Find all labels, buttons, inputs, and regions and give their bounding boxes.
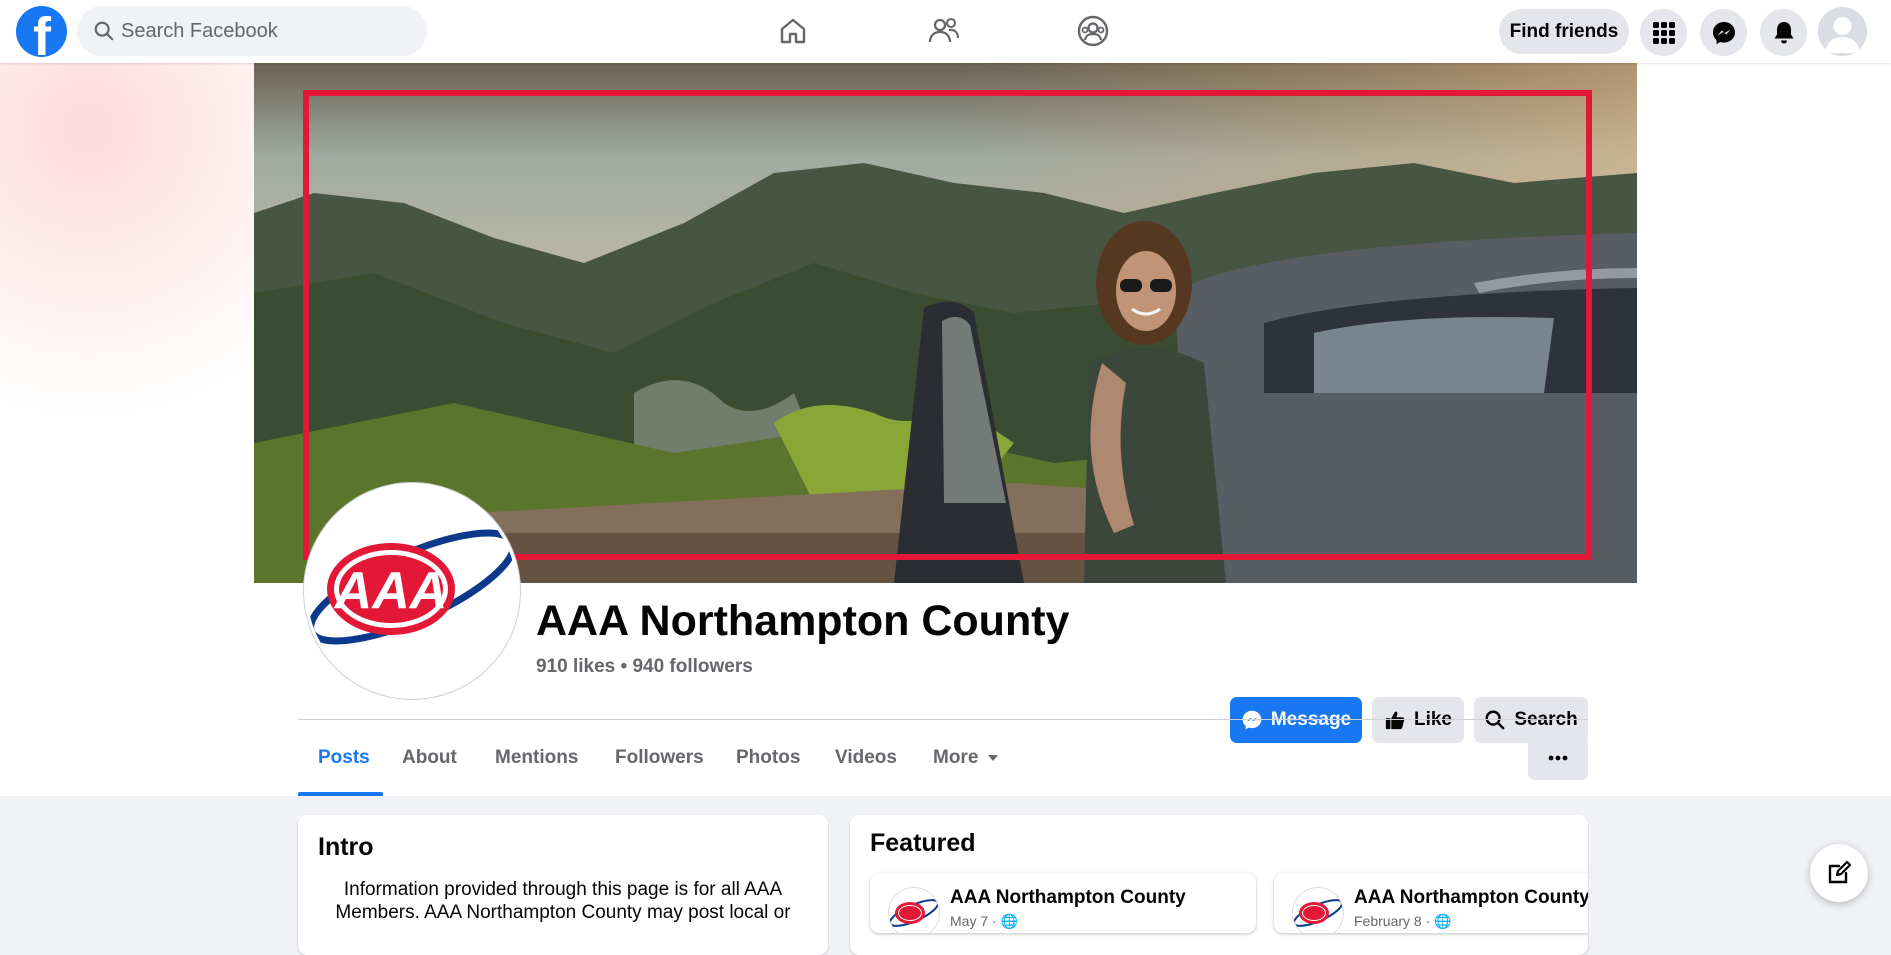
more-options-button[interactable]	[1528, 735, 1588, 780]
friends-icon	[928, 17, 960, 43]
search-icon	[94, 21, 114, 41]
featured-item-meta: February 8 · 🌐	[1354, 913, 1452, 929]
menu-button[interactable]	[1640, 9, 1687, 56]
tab-followers[interactable]: Followers	[615, 720, 704, 796]
aaa-logo	[1293, 899, 1343, 927]
intro-card: Intro Information provided through this …	[298, 815, 828, 955]
aaa-logo: AAA	[307, 486, 517, 696]
page-search-button-label: Search	[1514, 709, 1578, 730]
nav-home[interactable]	[738, 6, 848, 56]
page-profile-picture[interactable]: AAA	[304, 483, 520, 699]
search-box[interactable]	[77, 6, 427, 56]
caret-down-icon	[988, 755, 999, 761]
message-button-label: Message	[1270, 709, 1352, 730]
intro-text: Information provided through this page i…	[335, 879, 791, 923]
message-button[interactable]: Message	[1230, 697, 1362, 743]
featured-avatar	[888, 887, 940, 933]
tab-label: Posts	[318, 747, 370, 768]
page-stats[interactable]: 910 likes • 940 followers	[536, 656, 753, 678]
page-header: AAA AAA Northampton County 910 likes • 9…	[0, 23, 1891, 796]
find-friends-button[interactable]: Find friends	[1499, 9, 1629, 54]
tab-label: Mentions	[495, 747, 579, 768]
nav-friends[interactable]	[889, 6, 999, 56]
aaa-logo	[889, 899, 939, 927]
featured-item-meta: May 7 · 🌐	[950, 913, 1018, 929]
aaa-logo-text: AAA	[333, 562, 448, 620]
tab-posts[interactable]: Posts	[318, 720, 370, 796]
search-icon	[1485, 710, 1505, 730]
tab-videos[interactable]: Videos	[835, 720, 897, 796]
tab-mentions[interactable]: Mentions	[495, 720, 578, 796]
default-avatar-icon	[1818, 7, 1867, 56]
tab-label: Photos	[736, 747, 801, 768]
active-tab-indicator	[298, 792, 383, 796]
tab-label: Videos	[835, 747, 897, 768]
menu-grid-icon	[1652, 21, 1675, 44]
more-dots-icon	[1548, 755, 1568, 760]
like-button[interactable]: Like	[1372, 697, 1464, 743]
like-button-label: Like	[1413, 709, 1453, 730]
facebook-logo[interactable]: f	[16, 6, 67, 57]
featured-card: Featured AAA Northampton County May 7 · …	[850, 815, 1588, 955]
notifications-button[interactable]	[1760, 9, 1807, 56]
tab-label: About	[402, 747, 457, 768]
featured-item-name[interactable]: AAA Northampton County	[1354, 887, 1588, 909]
featured-title: Featured	[870, 829, 976, 857]
account-avatar[interactable]	[1818, 7, 1867, 56]
home-icon	[780, 18, 806, 44]
compose-icon	[1828, 860, 1852, 884]
messenger-icon	[1242, 710, 1262, 730]
messenger-button[interactable]	[1700, 9, 1747, 56]
tab-about[interactable]: About	[402, 720, 457, 796]
tab-more[interactable]: More	[933, 720, 1000, 796]
thumbs-up-icon	[1385, 711, 1405, 730]
featured-item[interactable]: AAA Northampton County May 7 · 🌐	[870, 873, 1256, 933]
search-input[interactable]	[121, 6, 411, 56]
new-message-button[interactable]	[1810, 844, 1868, 902]
tab-photos[interactable]: Photos	[736, 720, 800, 796]
tab-label: Followers	[615, 747, 704, 768]
facebook-logo-letter: f	[33, 7, 51, 57]
featured-avatar	[1292, 887, 1344, 933]
top-navigation-bar: f Find friends	[0, 0, 1891, 63]
featured-item-name[interactable]: AAA Northampton County	[950, 887, 1186, 909]
page-title: AAA Northampton County	[536, 597, 1070, 645]
nav-groups[interactable]	[1038, 6, 1148, 56]
tab-label: More	[933, 747, 979, 768]
messenger-icon	[1712, 21, 1735, 44]
featured-item[interactable]: AAA Northampton County February 8 · 🌐	[1274, 873, 1588, 933]
intro-title: Intro	[318, 833, 374, 861]
notifications-icon	[1774, 21, 1793, 43]
groups-icon	[1077, 15, 1109, 47]
